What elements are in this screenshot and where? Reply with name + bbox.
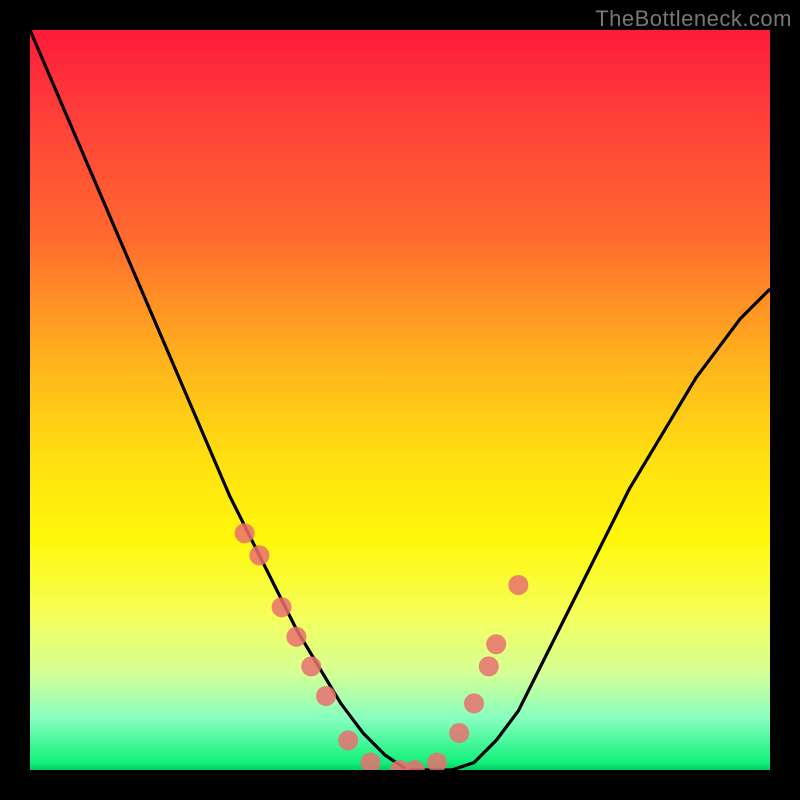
chart-frame: TheBottleneck.com bbox=[0, 0, 800, 800]
sample-points-group bbox=[235, 523, 529, 770]
sample-point bbox=[486, 634, 506, 654]
sample-point bbox=[464, 693, 484, 713]
sample-point bbox=[427, 753, 447, 770]
sample-point bbox=[449, 723, 469, 743]
sample-point bbox=[405, 760, 425, 770]
sample-point bbox=[316, 686, 336, 706]
bottleneck-curve bbox=[30, 30, 770, 770]
sample-point bbox=[338, 730, 358, 750]
watermark-text: TheBottleneck.com bbox=[595, 6, 792, 32]
sample-point bbox=[508, 575, 528, 595]
sample-point bbox=[249, 545, 269, 565]
sample-point bbox=[272, 597, 292, 617]
sample-point bbox=[301, 656, 321, 676]
sample-point bbox=[360, 753, 380, 770]
sample-point bbox=[479, 656, 499, 676]
chart-overlay bbox=[30, 30, 770, 770]
sample-point bbox=[235, 523, 255, 543]
chart-plot-area bbox=[30, 30, 770, 770]
sample-point bbox=[286, 627, 306, 647]
